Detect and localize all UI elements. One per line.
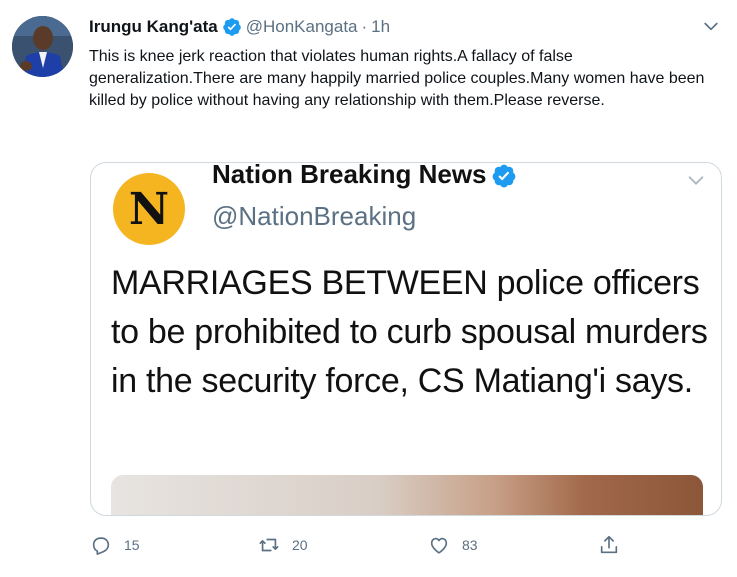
- quoted-headline: MARRIAGES BETWEEN police officers to be …: [111, 264, 708, 400]
- reply-icon: [92, 537, 110, 555]
- tweet[interactable]: Irungu Kang'ata @HonKangata · 1h This is…: [0, 0, 737, 577]
- like-icon: [430, 537, 448, 554]
- author-name[interactable]: Irungu Kang'ata: [89, 17, 218, 37]
- quoted-author-name: Nation Breaking News: [212, 162, 487, 189]
- verified-badge-icon: [222, 18, 241, 36]
- retweet-button[interactable]: 20: [258, 530, 308, 560]
- quoted-photo: [111, 475, 703, 515]
- reply-count: 15: [124, 537, 140, 553]
- share-button[interactable]: [598, 530, 620, 560]
- logo-letter: N: [128, 183, 170, 235]
- avatar[interactable]: [12, 16, 73, 77]
- quoted-author-handle: @NationBreaking: [212, 201, 417, 231]
- like-button[interactable]: 83: [428, 530, 478, 560]
- chevron-down-icon: [688, 176, 704, 185]
- like-count: 83: [462, 537, 478, 553]
- retweet-count: 20: [292, 537, 308, 553]
- verified-badge-icon: [492, 164, 516, 188]
- author-handle[interactable]: @HonKangata: [246, 17, 358, 37]
- separator-dot: ·: [361, 17, 368, 36]
- reply-button[interactable]: 15: [90, 530, 140, 560]
- tweet-actions: 15 20 83: [0, 530, 737, 560]
- timestamp[interactable]: 1h: [371, 17, 390, 37]
- tweet-header: Irungu Kang'ata @HonKangata · 1h: [89, 15, 390, 39]
- quoted-tweet-card[interactable]: N Nation Breaking News @NationBreaking M…: [90, 162, 722, 516]
- retweet-icon: [259, 538, 279, 552]
- tweet-text: This is knee jerk reaction that violates…: [89, 48, 705, 109]
- chevron-down-icon[interactable]: [701, 16, 721, 36]
- share-icon: [600, 535, 618, 554]
- nation-logo: N: [113, 173, 185, 245]
